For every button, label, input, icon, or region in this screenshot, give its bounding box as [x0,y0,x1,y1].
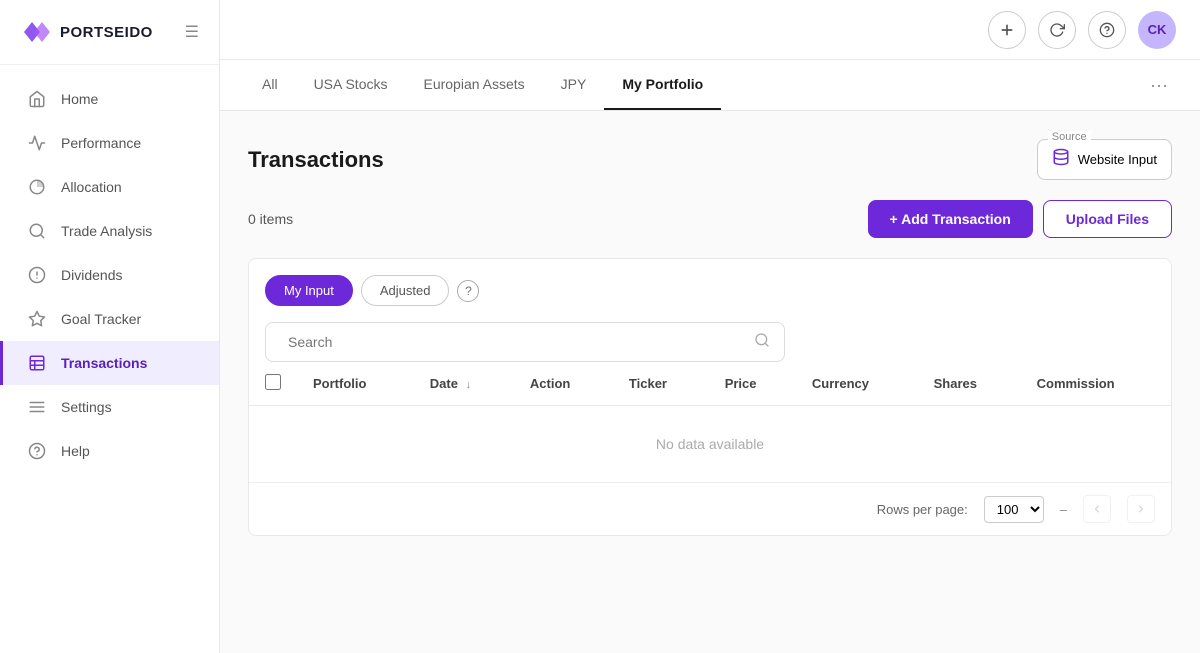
col-price-label: Price [725,376,757,391]
app-title: PORTSEIDO [60,24,153,41]
sidebar-item-label-transactions: Transactions [61,355,147,371]
pagination-prev-button[interactable] [1083,495,1111,523]
goal-icon [27,309,47,329]
col-action-label: Action [530,376,570,391]
transactions-icon [27,353,47,373]
col-action: Action [514,362,613,406]
action-buttons: + Add Transaction Upload Files [868,200,1172,238]
sidebar-item-label-dividends: Dividends [61,267,122,283]
help-circle-icon [27,441,47,461]
dividends-icon [27,265,47,285]
sidebar-item-dividends[interactable]: Dividends [0,253,219,297]
col-shares: Shares [918,362,1021,406]
sidebar-item-settings[interactable]: Settings [0,385,219,429]
tab-jpy[interactable]: JPY [543,60,605,110]
source-selector[interactable]: Source Website Input [1037,139,1172,180]
table-footer: Rows per page: 100 50 25 – [249,482,1171,535]
input-toggle-group: My Input Adjusted ? [265,275,1155,306]
sidebar-item-label-settings: Settings [61,399,112,415]
user-avatar[interactable]: CK [1138,11,1176,49]
no-data-row: No data available [249,406,1171,483]
help-button[interactable] [1088,11,1126,49]
sidebar-item-performance[interactable]: Performance [0,121,219,165]
page-header: Transactions Source Website Input [248,139,1172,180]
actions-row: 0 items + Add Transaction Upload Files [248,200,1172,238]
tabs-bar: All USA Stocks Europian Assets JPY My Po… [220,60,1200,111]
sidebar-nav: Home Performance Allocation [0,65,219,653]
portseido-logo-icon [20,18,52,46]
sidebar-item-allocation[interactable]: Allocation [0,165,219,209]
tab-european-assets[interactable]: Europian Assets [405,60,542,110]
sidebar-item-label-goal-tracker: Goal Tracker [61,311,141,327]
sidebar-item-label-help: Help [61,443,90,459]
sidebar-logo: PORTSEIDO ☰ [0,0,219,65]
toggle-adjusted[interactable]: Adjusted [361,275,450,306]
table-body: No data available [249,406,1171,483]
table-top: My Input Adjusted ? [249,259,1171,362]
items-count: 0 items [248,211,293,227]
main-area: CK All USA Stocks Europian Assets JPY My… [220,0,1200,653]
source-value: Website Input [1078,152,1157,167]
select-all-checkbox[interactable] [265,374,281,390]
col-price: Price [709,362,796,406]
sidebar-item-help[interactable]: Help [0,429,219,473]
tabs-more-icon[interactable]: ··· [1142,67,1176,104]
sidebar-item-label-allocation: Allocation [61,179,122,195]
col-currency-label: Currency [812,376,869,391]
search-input[interactable] [280,323,754,361]
settings-icon [27,397,47,417]
tab-usa-stocks[interactable]: USA Stocks [296,60,406,110]
col-portfolio-label: Portfolio [313,376,366,391]
rows-per-page-select[interactable]: 100 50 25 [984,496,1044,523]
sidebar-item-goal-tracker[interactable]: Goal Tracker [0,297,219,341]
pagination-range: – [1060,502,1067,517]
sort-down-icon: ↓ [466,379,472,391]
allocation-icon [27,177,47,197]
col-currency: Currency [796,362,918,406]
tab-all[interactable]: All [244,60,296,110]
col-ticker: Ticker [613,362,709,406]
chart-line-icon [27,133,47,153]
sidebar-item-label-performance: Performance [61,135,141,151]
page-content: Transactions Source Website Input 0 item… [220,111,1200,653]
top-header: CK [220,0,1200,60]
sidebar-item-transactions[interactable]: Transactions [0,341,219,385]
no-data-message: No data available [249,406,1171,483]
col-portfolio: Portfolio [297,362,414,406]
col-shares-label: Shares [934,376,977,391]
refresh-button[interactable] [1038,11,1076,49]
source-label: Source [1048,131,1091,143]
database-icon [1052,148,1070,171]
col-date[interactable]: Date ↓ [414,362,514,406]
sidebar: PORTSEIDO ☰ Home Performance [0,0,220,653]
col-commission-label: Commission [1037,376,1115,391]
col-checkbox [249,362,297,406]
sidebar-item-home[interactable]: Home [0,77,219,121]
col-date-label: Date [430,376,458,391]
table-header: Portfolio Date ↓ Action Ticker [249,362,1171,406]
trade-icon [27,221,47,241]
add-button[interactable] [988,11,1026,49]
search-bar [265,322,785,362]
menu-icon[interactable]: ☰ [185,22,199,42]
rows-per-page-label: Rows per page: [877,502,968,517]
toggle-help-icon[interactable]: ? [457,280,479,302]
sidebar-item-label-home: Home [61,91,98,107]
upload-files-button[interactable]: Upload Files [1043,200,1172,238]
page-title: Transactions [248,147,384,173]
transactions-table-container: My Input Adjusted ? [248,258,1172,536]
transactions-table: Portfolio Date ↓ Action Ticker [249,362,1171,482]
add-transaction-button[interactable]: + Add Transaction [868,200,1033,238]
sidebar-item-label-trade-analysis: Trade Analysis [61,223,152,239]
sidebar-item-trade-analysis[interactable]: Trade Analysis [0,209,219,253]
col-ticker-label: Ticker [629,376,667,391]
toggle-my-input[interactable]: My Input [265,275,353,306]
home-icon [27,89,47,109]
pagination-next-button[interactable] [1127,495,1155,523]
col-commission: Commission [1021,362,1171,406]
tab-my-portfolio[interactable]: My Portfolio [604,60,721,110]
search-icon [754,332,770,353]
